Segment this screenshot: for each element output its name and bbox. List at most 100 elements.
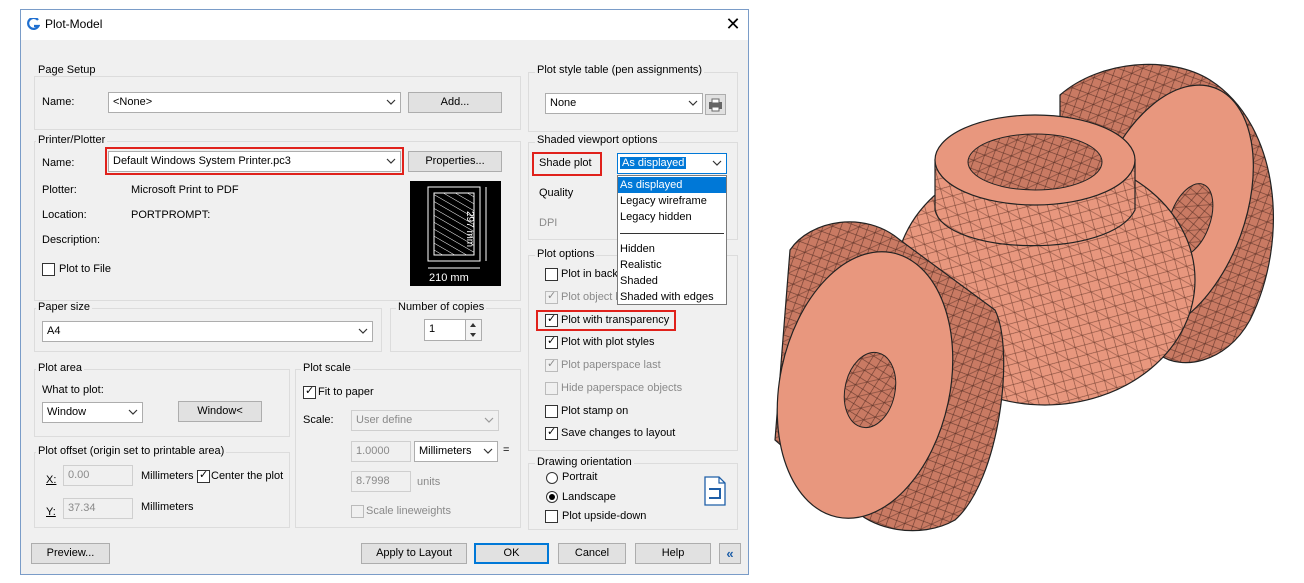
save-changes-checkbox[interactable]: ✓ <box>545 426 558 440</box>
collapse-button[interactable]: « <box>719 543 741 564</box>
spin-down-icon[interactable] <box>465 330 481 340</box>
plot-stamp-on-label: Plot stamp on <box>561 405 629 417</box>
offset-x-input[interactable]: 0.00 <box>63 465 133 486</box>
apply-to-layout-button[interactable]: Apply to Layout <box>361 543 467 564</box>
copies-value: 1 <box>429 323 436 335</box>
shade-option-shaded-with-edges[interactable]: Shaded with edges <box>618 289 726 305</box>
shaded-label: Shaded viewport options <box>535 134 660 146</box>
scale-value1: 1.0000 <box>356 445 390 457</box>
plot-in-background-checkbox[interactable] <box>545 268 558 281</box>
plotter-label: Plotter: <box>42 184 77 196</box>
chevron-down-icon <box>358 328 368 334</box>
printer-edit-button[interactable] <box>705 94 726 115</box>
printer-name-label: Name: <box>42 157 75 169</box>
paper-height-label: 297 mm <box>464 211 475 248</box>
plot-object-lineweights-checkbox[interactable]: ✓ <box>545 290 558 304</box>
portrait-label: Portrait <box>562 471 598 483</box>
chevron-down-icon <box>688 100 698 106</box>
offset-x-unit: Millimeters <box>141 470 194 482</box>
scale-lineweights-checkbox[interactable] <box>351 505 364 518</box>
model-preview <box>774 63 1274 532</box>
plot-with-transparency-checkbox[interactable]: ✓ <box>545 313 558 327</box>
scale-combo[interactable]: User define <box>351 410 499 431</box>
copies-input[interactable]: 1 <box>424 319 482 341</box>
shade-option-legacy-wireframe[interactable]: Legacy wireframe <box>618 193 726 209</box>
shade-option-legacy-hidden[interactable]: Legacy hidden <box>618 209 726 225</box>
fit-to-paper-checkbox[interactable]: ✓ <box>303 385 316 399</box>
hide-paperspace-objects-label: Hide paperspace objects <box>561 382 683 394</box>
scale-unit-value: Millimeters <box>419 445 472 457</box>
plot-style-combo[interactable]: None <box>545 93 703 114</box>
fit-to-paper-label: Fit to paper <box>318 386 374 398</box>
landscape-page-icon <box>704 476 726 506</box>
what-to-plot-label: What to plot: <box>42 384 104 396</box>
printer-label: Printer/Plotter <box>36 134 108 146</box>
shade-option-as-displayed[interactable]: As displayed <box>618 177 726 193</box>
window-title: Plot-Model <box>45 17 103 31</box>
shade-plot-combo[interactable]: As displayed <box>617 153 727 174</box>
scale-value2-input[interactable]: 8.7998 <box>351 471 411 492</box>
save-changes-label: Save changes to layout <box>561 427 676 439</box>
title-bar[interactable]: Plot-Model ✕ <box>21 10 748 40</box>
plot-style-label: Plot style table (pen assignments) <box>535 64 705 76</box>
check-mark-icon: ✓ <box>547 313 557 325</box>
window-button[interactable]: Window< <box>178 401 262 422</box>
shade-option-shaded[interactable]: Shaded <box>618 273 726 289</box>
offset-y-input[interactable]: 37.34 <box>63 498 133 519</box>
plot-with-plot-styles-checkbox[interactable]: ✓ <box>545 335 558 349</box>
preview-button[interactable]: Preview... <box>31 543 110 564</box>
printer-name-combo[interactable]: Default Windows System Printer.pc3 <box>108 151 401 172</box>
properties-button[interactable]: Properties... <box>408 151 502 172</box>
what-to-plot-combo[interactable]: Window <box>42 402 143 423</box>
page-setup-name-combo[interactable]: <None> <box>108 92 401 113</box>
scale-unit-combo[interactable]: Millimeters <box>414 441 498 462</box>
paper-size-combo[interactable]: A4 <box>42 321 373 342</box>
add-button[interactable]: Add... <box>408 92 502 113</box>
check-mark-icon: ✓ <box>199 469 209 481</box>
plot-paperspace-last-checkbox[interactable]: ✓ <box>545 358 558 372</box>
chevron-down-icon <box>128 409 138 415</box>
plot-in-background-label: Plot in back <box>561 268 618 280</box>
offset-y-unit: Millimeters <box>141 501 194 513</box>
center-plot-label: Center the plot <box>211 470 284 482</box>
chevron-down-icon <box>484 417 494 423</box>
location-value: PORTPROMPT: <box>131 209 211 221</box>
plot-object-lineweights-label: Plot object l <box>561 291 618 303</box>
portrait-radio[interactable] <box>546 472 558 484</box>
hide-paperspace-objects-checkbox[interactable] <box>545 382 558 395</box>
plot-style-value: None <box>550 97 577 109</box>
close-icon[interactable]: ✕ <box>721 13 745 35</box>
shade-option-hidden[interactable]: Hidden <box>618 241 726 257</box>
plot-scale-label: Plot scale <box>301 362 353 374</box>
help-button[interactable]: Help <box>635 543 711 564</box>
paper-width-label: 210 mm <box>429 272 469 284</box>
center-plot-checkbox[interactable]: ✓ <box>197 469 210 483</box>
orientation-label: Drawing orientation <box>535 456 634 468</box>
plot-with-transparency-label: Plot with transparency <box>561 314 670 326</box>
upside-down-checkbox[interactable] <box>545 510 558 523</box>
landscape-radio[interactable] <box>546 491 558 503</box>
description-label: Description: <box>42 234 101 246</box>
ok-button[interactable]: OK <box>474 543 549 564</box>
plot-paperspace-last-label: Plot paperspace last <box>561 359 661 371</box>
app-logo-icon <box>27 18 40 30</box>
chevron-down-icon <box>712 160 722 166</box>
scale-units-label: units <box>417 476 441 488</box>
plot-stamp-on-checkbox[interactable] <box>545 405 558 418</box>
shade-option-realistic[interactable]: Realistic <box>618 257 726 273</box>
check-mark-icon: ✓ <box>547 426 557 438</box>
chevron-down-icon <box>386 99 396 105</box>
plot-with-plot-styles-label: Plot with plot styles <box>561 336 655 348</box>
dpi-label: DPI <box>539 217 558 229</box>
check-mark-icon: ✓ <box>305 385 315 397</box>
cancel-button[interactable]: Cancel <box>558 543 626 564</box>
chevron-down-icon <box>386 158 396 164</box>
plotter-value: Microsoft Print to PDF <box>131 184 239 196</box>
landscape-label: Landscape <box>562 491 616 503</box>
plot-dialog: Plot-Model ✕ Page Setup Name: <None> Add… <box>20 9 749 575</box>
plot-to-file-checkbox[interactable] <box>42 263 55 276</box>
page-setup-name-label: Name: <box>42 96 75 108</box>
scale-value1-input[interactable]: 1.0000 <box>351 441 411 462</box>
scale-value: User define <box>356 414 413 426</box>
chevron-down-icon <box>483 448 493 454</box>
